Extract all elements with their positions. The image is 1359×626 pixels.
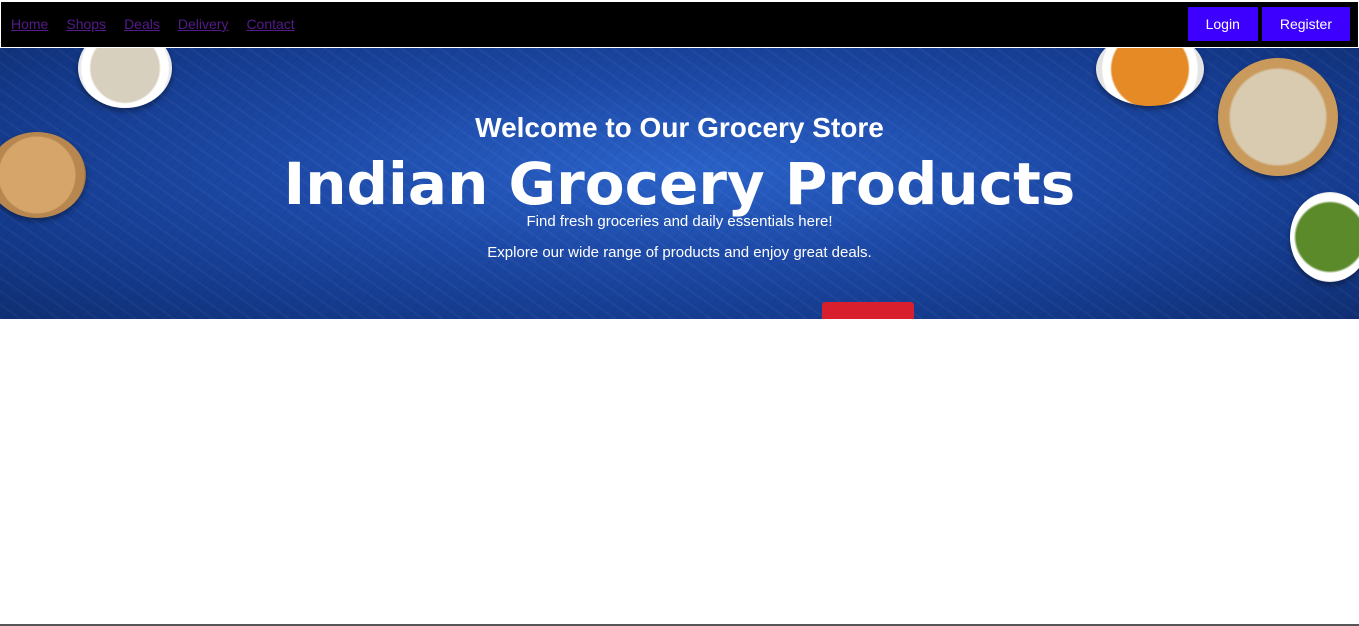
hero-banner: Welcome to Our Grocery Store Indian Groc…	[0, 48, 1359, 319]
login-button[interactable]: Login	[1187, 7, 1258, 41]
hero-welcome-heading: Welcome to Our Grocery Store	[475, 112, 884, 143]
nav-link-shops[interactable]: Shops	[66, 16, 106, 32]
hero-subtitle-1: Find fresh groceries and daily essential…	[526, 213, 833, 230]
register-button[interactable]: Register	[1261, 7, 1350, 41]
hero-title: Indian Grocery Products	[283, 150, 1076, 218]
nav-link-delivery[interactable]: Delivery	[178, 16, 229, 32]
auth-buttons: Login Register	[1187, 7, 1350, 41]
hero-subtitle-2: Explore our wide range of products and e…	[487, 244, 872, 261]
nav-link-contact[interactable]: Contact	[246, 16, 294, 32]
top-navbar: Home Shops Deals Delivery Contact Login …	[0, 0, 1359, 48]
nav-link-home[interactable]: Home	[11, 16, 48, 32]
red-packet-image	[822, 302, 914, 319]
nav-link-deals[interactable]: Deals	[124, 16, 160, 32]
nav-links: Home Shops Deals Delivery Contact	[11, 16, 295, 32]
